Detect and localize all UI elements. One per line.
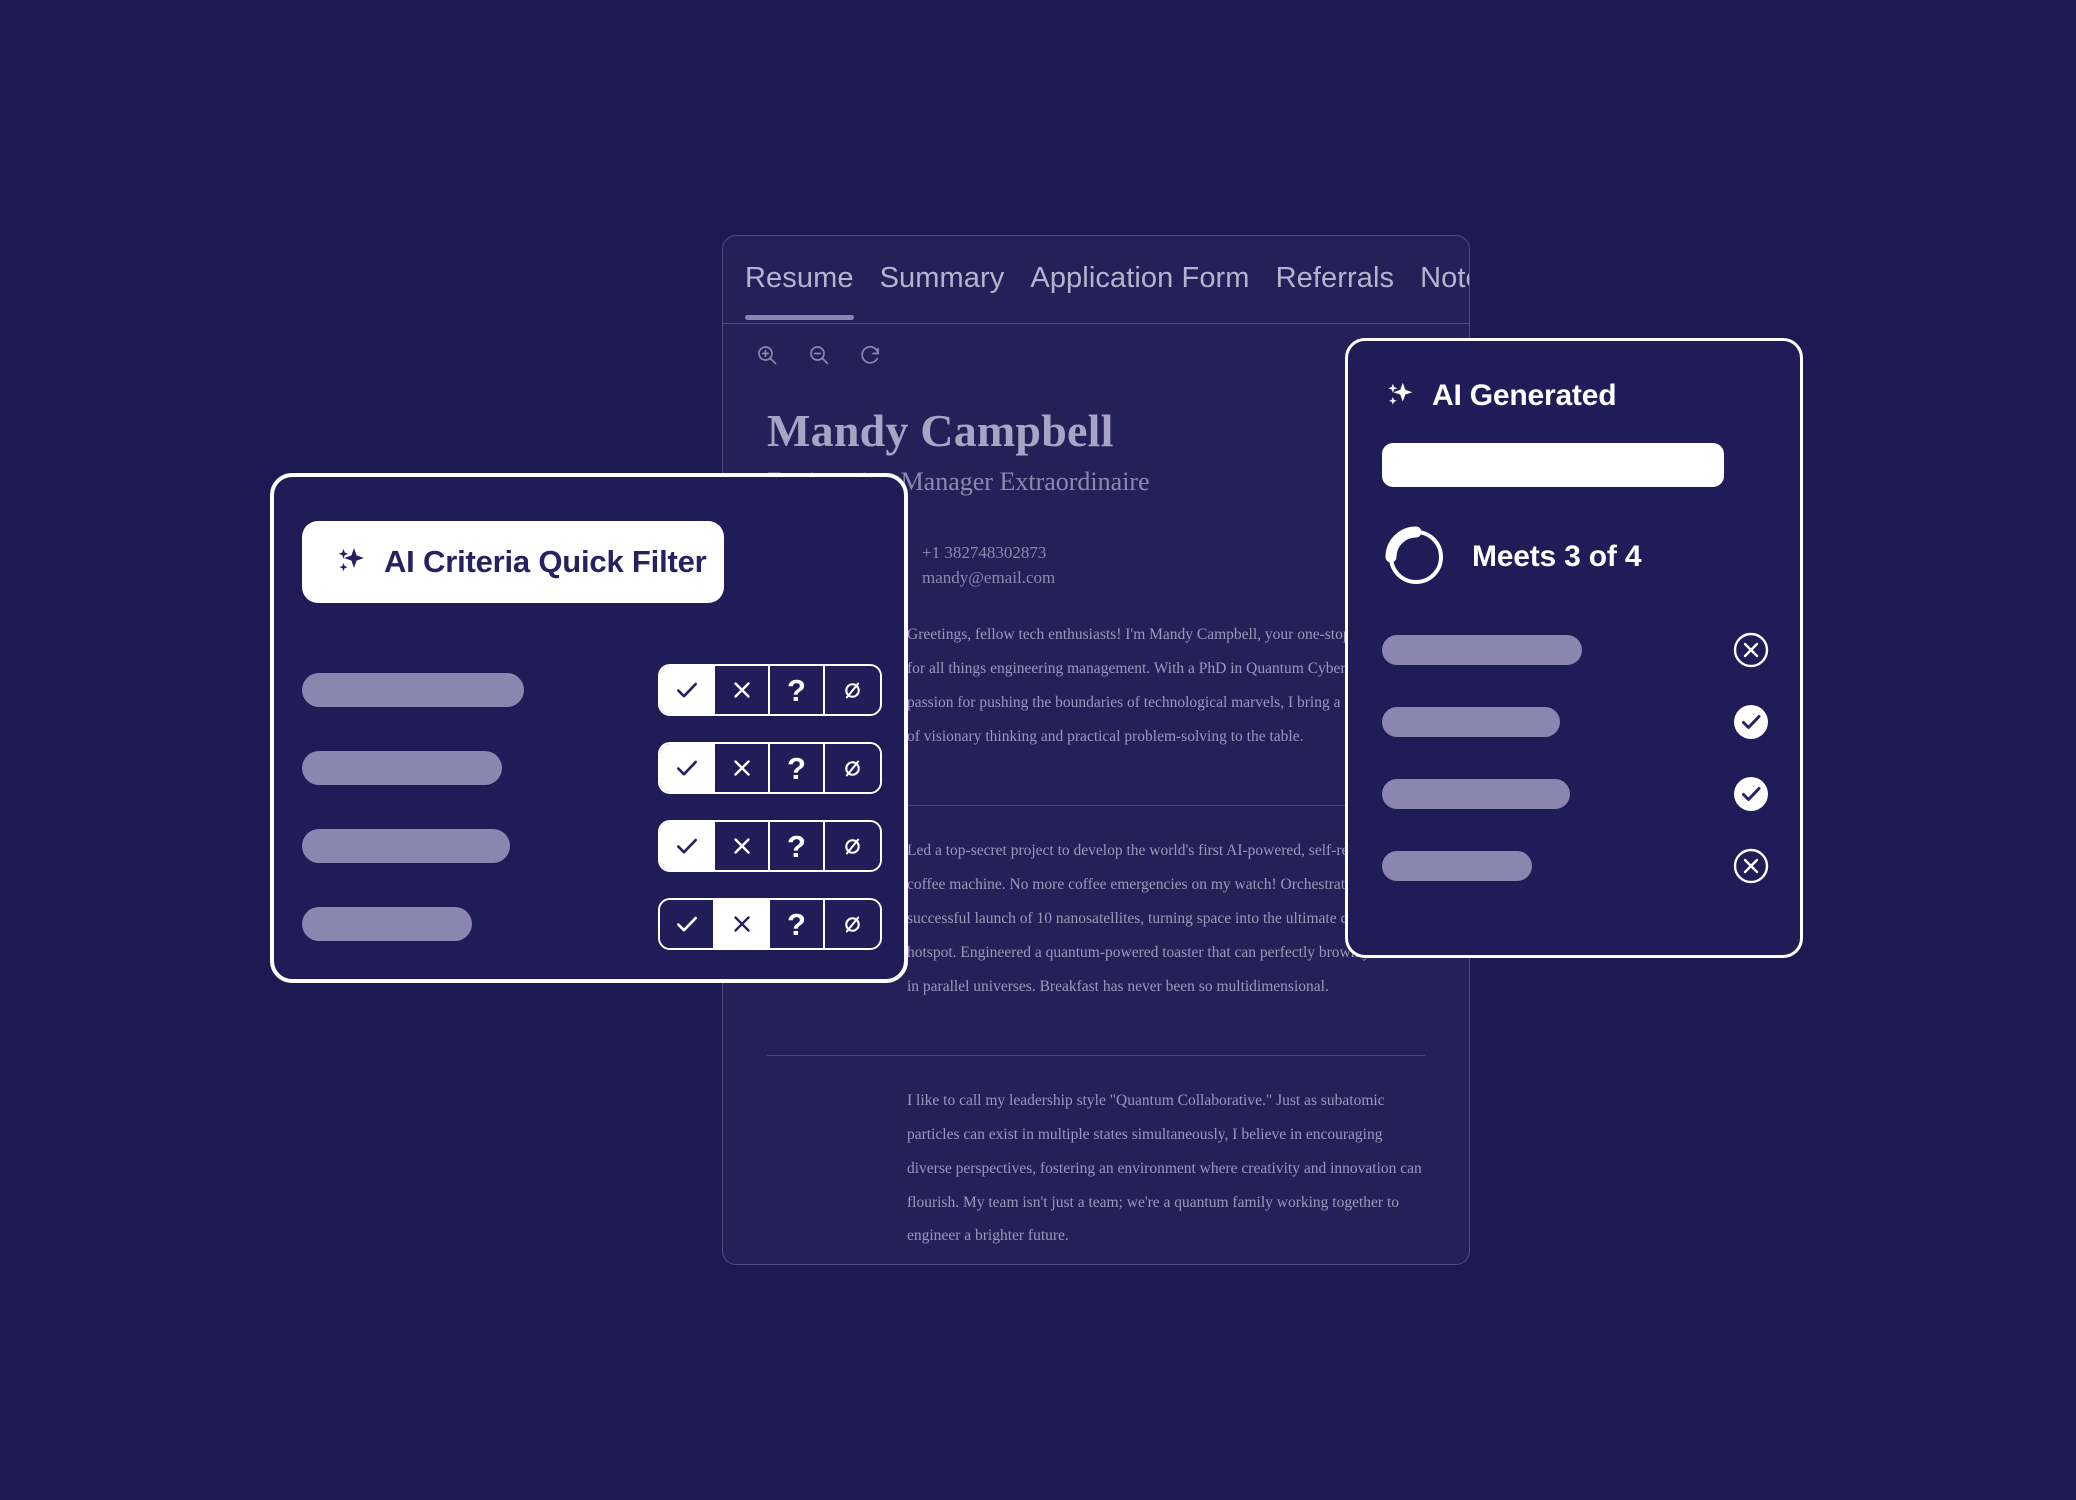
criteria-decision-segmented-control: ?	[658, 898, 882, 950]
criteria-placeholder-bar	[302, 751, 502, 785]
tab-summary[interactable]: Summary	[880, 258, 1005, 301]
criteria-placeholder-bar	[1382, 779, 1570, 809]
approve-button[interactable]	[660, 900, 715, 948]
unsure-button[interactable]: ?	[770, 666, 825, 714]
reject-button[interactable]	[715, 744, 770, 792]
question-icon: ?	[787, 672, 806, 708]
ai-criteria-quick-filter-header: AI Criteria Quick Filter	[302, 521, 724, 603]
sparkle-icon	[332, 544, 368, 580]
criteria-placeholder-bar	[1382, 635, 1582, 665]
circle-x-icon[interactable]	[1730, 629, 1772, 671]
unsure-button[interactable]: ?	[770, 822, 825, 870]
unsure-button[interactable]: ?	[770, 744, 825, 792]
question-icon: ?	[787, 828, 806, 864]
criteria-placeholder-bar	[302, 907, 472, 941]
criteria-row: ?	[302, 898, 882, 950]
circle-check-filled-icon[interactable]	[1730, 773, 1772, 815]
criteria-row: ?	[302, 742, 882, 794]
ai-criteria-item	[1382, 777, 1772, 811]
criteria-placeholder-bar	[1382, 851, 1532, 881]
criteria-row: ?	[302, 664, 882, 716]
page-title: Mandy Campbell	[767, 405, 1114, 456]
resume-tabbar: Resume Summary Application Form Referral…	[723, 236, 1469, 324]
criteria-placeholder-bar	[1382, 707, 1560, 737]
criteria-decision-segmented-control: ?	[658, 664, 882, 716]
criteria-decision-segmented-control: ?	[658, 742, 882, 794]
criteria-decision-segmented-control: ?	[658, 820, 882, 872]
hide-button[interactable]	[825, 822, 880, 870]
zoom-in-icon[interactable]	[755, 343, 779, 367]
phone-number: +1 382748302873	[922, 543, 1047, 562]
ai-criteria-quick-filter-title: AI Criteria Quick Filter	[384, 544, 707, 579]
tab-application-form[interactable]: Application Form	[1030, 258, 1249, 301]
ai-score-summary: Meets 3 of 4	[1382, 523, 1800, 591]
hide-button[interactable]	[825, 666, 880, 714]
tab-referrals[interactable]: Referrals	[1276, 258, 1395, 301]
hide-button[interactable]	[825, 900, 880, 948]
tab-resume[interactable]: Resume	[745, 258, 854, 320]
meets-count-label: Meets 3 of 4	[1472, 540, 1642, 573]
leadership-paragraph: I like to call my leadership style "Quan…	[907, 1092, 1422, 1245]
tab-notes[interactable]: Notes	[1420, 258, 1469, 301]
approve-button[interactable]	[660, 666, 715, 714]
criteria-row-list: ? ? ? ?	[302, 664, 882, 977]
zoom-out-icon[interactable]	[807, 343, 831, 367]
ai-generated-panel: AI Generated Meets 3 of 4	[1345, 338, 1803, 958]
reject-button[interactable]	[715, 822, 770, 870]
circle-x-icon[interactable]	[1730, 845, 1772, 887]
criteria-placeholder-bar	[302, 829, 510, 863]
ai-generated-input[interactable]	[1382, 443, 1724, 487]
approve-button[interactable]	[660, 822, 715, 870]
question-icon: ?	[787, 750, 806, 786]
reject-button[interactable]	[715, 900, 770, 948]
criteria-row: ?	[302, 820, 882, 872]
approve-button[interactable]	[660, 744, 715, 792]
sparkle-icon	[1382, 379, 1416, 413]
app-canvas: Resume Summary Application Form Referral…	[0, 0, 2076, 1500]
email-address[interactable]: mandy@email.com	[922, 566, 1055, 591]
unsure-button[interactable]: ?	[770, 900, 825, 948]
ai-criteria-item	[1382, 848, 1772, 884]
ai-generated-header: AI Generated	[1348, 341, 1800, 413]
hide-button[interactable]	[825, 744, 880, 792]
ai-criteria-item	[1382, 705, 1772, 739]
criteria-placeholder-bar	[302, 673, 524, 707]
ai-criteria-list	[1382, 632, 1772, 884]
question-icon: ?	[787, 906, 806, 942]
circle-check-filled-icon[interactable]	[1730, 701, 1772, 743]
ai-generated-title: AI Generated	[1432, 379, 1617, 412]
progress-ring-icon	[1382, 523, 1450, 591]
reject-button[interactable]	[715, 666, 770, 714]
rotate-icon[interactable]	[859, 343, 883, 367]
ai-criteria-item	[1382, 632, 1772, 668]
